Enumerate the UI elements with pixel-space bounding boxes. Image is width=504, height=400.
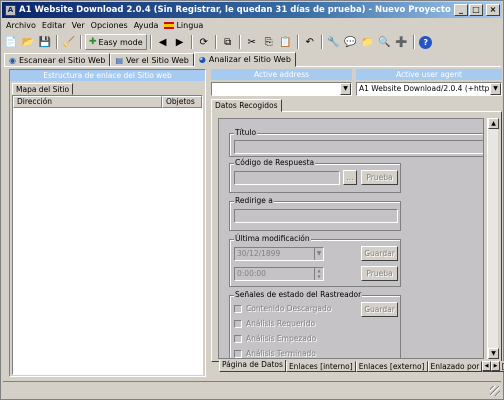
spain-flag-icon xyxy=(164,22,175,29)
forward-icon[interactable]: ▶ xyxy=(172,34,188,50)
active-address-combo[interactable]: ▼ xyxy=(211,82,352,96)
easy-mode-button[interactable]: ✚ Easy mode xyxy=(85,34,147,50)
minimize-button[interactable]: _ xyxy=(454,4,468,16)
search-icon[interactable]: 🔍 xyxy=(377,34,393,50)
guardar-flags-button[interactable]: Guardar xyxy=(361,302,398,317)
tab-enlazado-por[interactable]: Enlazado por xyxy=(427,361,483,372)
guardar-button[interactable]: Guardar xyxy=(361,246,398,261)
scroll-up-icon[interactable]: ▲ xyxy=(488,118,499,129)
time-field[interactable]: 0:00:00 ▲ ▼ xyxy=(234,267,324,281)
titulo-group: Título xyxy=(229,128,483,157)
help-icon[interactable]: ? xyxy=(418,34,434,50)
chevron-down-icon[interactable]: ▼ xyxy=(340,83,351,95)
menu-archivo[interactable]: Archivo xyxy=(3,21,39,30)
tool-icon[interactable]: 🔧 xyxy=(326,34,342,50)
cleanup-icon[interactable]: 🧹 xyxy=(61,34,77,50)
sitemap-list[interactable]: Dirección Objetos xyxy=(12,95,203,375)
tab-sitemap[interactable]: Mapa del Sitio xyxy=(12,83,74,95)
undo-icon[interactable]: ↶ xyxy=(302,34,318,50)
column-objetos[interactable]: Objetos xyxy=(162,96,202,108)
toolbar: 📄 📂 💾 🧹 ✚ Easy mode ◀ ▶ ⟳ ⧉ ✂ ⎘ 📋 ↶ 🔧 💬 📁… xyxy=(3,33,503,51)
date-field[interactable]: 30/12/1899 ▼ xyxy=(234,247,324,261)
ultima-modificacion-group: Última modificación 30/12/1899 ▼ 0:00:00… xyxy=(229,234,401,287)
site-structure-panel: Estructura de enlace del Sitio web Mapa … xyxy=(9,69,206,377)
column-direccion[interactable]: Dirección xyxy=(13,96,162,108)
tab-escanear[interactable]: ◉ Escanear el Sitio Web xyxy=(4,53,111,67)
app-icon: A xyxy=(5,4,16,16)
menu-opciones[interactable]: Opciones xyxy=(88,21,131,30)
title-bar[interactable]: A A1 Website Download 2.0.4 (Sin Registr… xyxy=(2,2,502,18)
menu-editar[interactable]: Editar xyxy=(39,21,69,30)
checkbox-analisis-terminado[interactable]: Análisis Terminado xyxy=(234,349,316,358)
maximize-button[interactable]: □ xyxy=(469,4,483,16)
chevron-down-icon[interactable]: ▼ xyxy=(314,248,323,260)
chevron-left-icon[interactable]: ◀ xyxy=(482,361,491,371)
prueba-time-button[interactable]: Prueba xyxy=(361,266,398,281)
menu-ver[interactable]: Ver xyxy=(69,21,88,30)
vertical-scrollbar[interactable]: ▲ ▼ xyxy=(487,118,499,359)
cut-icon[interactable]: ✂ xyxy=(244,34,260,50)
redirige-field[interactable] xyxy=(234,209,398,223)
menu-bar: Archivo Editar Ver Opciones Ayuda Lingua xyxy=(3,19,206,32)
checkbox-analisis-requerido[interactable]: Análisis Requerido xyxy=(234,319,315,328)
resize-grip[interactable] xyxy=(490,386,500,396)
main-tabs: ◉ Escanear el Sitio Web ▤ Ver el Sitio Web… xyxy=(4,52,296,67)
senales-label: Señales de estado del Rastreador xyxy=(234,290,363,299)
tab-enlaces-externo[interactable]: Enlaces [externo] xyxy=(355,361,428,372)
codigo-label: Código de Respuesta xyxy=(234,158,316,167)
titulo-field[interactable] xyxy=(234,140,483,154)
scroll-down-icon[interactable]: ▼ xyxy=(488,348,499,359)
ultima-label: Última modificación xyxy=(234,234,311,243)
open-folder-icon[interactable]: 📂 xyxy=(20,34,36,50)
active-user-agent-combo[interactable]: A1 Website Download/2.0.4 (+http://ww ▼ xyxy=(356,82,502,96)
codigo-group: Código de Respuesta ... Prueba xyxy=(229,158,401,193)
prueba-button[interactable]: Prueba xyxy=(361,170,398,185)
data-form: Título Código de Respuesta ... Prueba Re… xyxy=(218,118,484,359)
chevron-right-icon[interactable]: ▶ xyxy=(491,361,500,371)
data-frame: Título Código de Respuesta ... Prueba Re… xyxy=(211,111,502,362)
chevron-down-icon[interactable]: ▼ xyxy=(490,83,501,95)
status-bar xyxy=(3,381,501,397)
data-panel: Active address Active user agent ▼ A1 We… xyxy=(211,69,504,377)
add-icon[interactable]: ➕ xyxy=(394,34,410,50)
copy-icon[interactable]: ⧉ xyxy=(220,34,236,50)
new-project-icon[interactable]: 📄 xyxy=(3,34,19,50)
main-window: A A1 Website Download 2.0.4 (Sin Registr… xyxy=(0,0,504,400)
window-title: A1 Website Download 2.0.4 (Sin Registrar… xyxy=(19,5,451,15)
easy-mode-icon: ✚ xyxy=(89,37,97,47)
tab-scroll-arrows: ◀ ▶ xyxy=(482,361,500,371)
back-icon[interactable]: ◀ xyxy=(155,34,171,50)
checkbox-analisis-empezado[interactable]: Análisis Empezado xyxy=(234,334,316,343)
checkbox-contenido[interactable]: Contenido Descargado xyxy=(234,304,331,313)
save-icon[interactable]: 💾 xyxy=(37,34,53,50)
tab-analizar[interactable]: ◕ Analizar el Sitio Web xyxy=(193,52,296,67)
titulo-label: Título xyxy=(234,128,258,137)
redirige-label: Redirige a xyxy=(234,196,274,205)
refresh-icon[interactable]: ⟳ xyxy=(196,34,212,50)
active-user-agent-header: Active user agent xyxy=(356,69,502,80)
active-address-header: Active address xyxy=(211,69,352,80)
tab-datos-recogidos[interactable]: Datos Recogidos xyxy=(211,99,282,112)
copy-doc-icon[interactable]: ⎘ xyxy=(261,34,277,50)
codigo-field[interactable] xyxy=(234,171,340,185)
menu-lingua[interactable]: Lingua xyxy=(161,21,206,30)
close-button[interactable]: × xyxy=(486,4,500,16)
tab-pagina-datos[interactable]: Página de Datos xyxy=(219,360,286,372)
panel-title: Estructura de enlace del Sitio web xyxy=(10,70,205,81)
browse-button[interactable]: ... xyxy=(343,170,357,185)
scan-icon: ◉ xyxy=(9,55,16,65)
paste-icon[interactable]: 📋 xyxy=(278,34,294,50)
folder-icon[interactable]: 📁 xyxy=(360,34,376,50)
bottom-tabs: Página de Datos Enlaces [interno] Enlace… xyxy=(219,360,504,373)
tab-ver[interactable]: ▤ Ver el Sitio Web xyxy=(110,53,194,67)
menu-ayuda[interactable]: Ayuda xyxy=(131,21,162,30)
spin-icon[interactable]: ▲ ▼ xyxy=(314,268,323,280)
comment-icon[interactable]: 💬 xyxy=(343,34,359,50)
view-icon: ▤ xyxy=(115,55,124,65)
redirige-group: Redirige a xyxy=(229,196,401,231)
tab-enlaces-interno[interactable]: Enlaces [interno] xyxy=(285,361,356,372)
senales-group: Señales de estado del Rastreador Conteni… xyxy=(229,290,401,358)
analyze-icon: ◕ xyxy=(198,55,206,64)
